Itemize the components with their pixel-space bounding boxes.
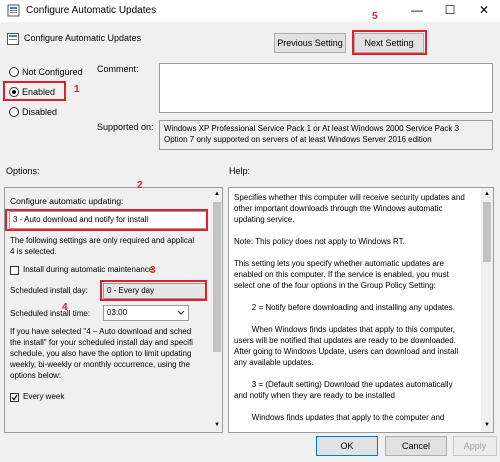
- comment-field[interactable]: [159, 63, 493, 113]
- scroll-down-icon: ▼: [484, 422, 490, 428]
- help-line: This setting lets you specify whether au…: [234, 259, 444, 268]
- checkmark-icon: [11, 394, 18, 401]
- radio-circle: [9, 107, 19, 117]
- window-title: Configure Automatic Updates: [26, 5, 157, 16]
- help-line: users will be notified that updates are …: [234, 336, 456, 345]
- help-line: and notify when they are ready to be ins…: [234, 391, 395, 400]
- maximize-icon: ☐: [444, 3, 456, 17]
- help-line: When Windows finds updates that apply to…: [234, 325, 455, 334]
- options-scrollbar[interactable]: ▲ ▼: [211, 188, 222, 432]
- options-text-line: weekly, bi-weekly or monthly occurrence,…: [10, 360, 190, 369]
- previous-setting-button[interactable]: Previous Setting: [274, 33, 346, 53]
- help-scrollbar[interactable]: ▲ ▼: [481, 188, 493, 432]
- install-day-label: Scheduled install day:: [10, 286, 88, 295]
- options-text-line: options below:: [10, 371, 62, 380]
- scroll-up-icon: ▲: [214, 191, 220, 197]
- help-line: 2 = Notify before downloading and instal…: [234, 303, 455, 312]
- maximize-button[interactable]: ☐: [440, 2, 460, 19]
- supported-label: Supported on:: [97, 122, 154, 132]
- options-label: Options:: [6, 166, 40, 176]
- help-line: Specifies whether this computer will rec…: [234, 193, 465, 202]
- title-bar: Configure Automatic Updates — ☐ ✕: [0, 0, 500, 22]
- minimize-button[interactable]: —: [407, 2, 427, 19]
- supported-line: Windows XP Professional Service Pack 1 o…: [164, 124, 460, 133]
- cancel-button[interactable]: Cancel: [385, 436, 447, 456]
- chevron-down-icon: [177, 310, 185, 315]
- note-line: 4 is selected.: [10, 247, 57, 256]
- help-panel: Specifies whether this computer will rec…: [228, 187, 494, 433]
- annotation-box-install-day: [100, 280, 207, 301]
- scroll-down-icon: ▼: [214, 422, 220, 428]
- annotation-4: 4: [62, 302, 68, 313]
- options-text-line: the install" for your scheduled install …: [10, 338, 193, 347]
- help-line: select one of the four options in the Gr…: [234, 281, 436, 290]
- configure-label: Configure automatic updating:: [10, 196, 124, 206]
- close-icon: ✕: [478, 3, 490, 17]
- options-text-line: schedule, you also have the option to li…: [10, 349, 192, 358]
- install-time-value: 03:00: [107, 308, 128, 317]
- help-label: Help:: [229, 166, 251, 176]
- help-line: Note: This policy does not apply to Wind…: [234, 237, 405, 246]
- policy-name: Configure Automatic Updates: [24, 33, 142, 43]
- annotation-box-dropdown: [5, 209, 208, 231]
- help-line: updating service.: [234, 215, 295, 224]
- help-line: enabled on this computer. If the service…: [234, 270, 449, 279]
- maintenance-label: Install during automatic maintenance: [23, 265, 154, 274]
- maintenance-checkbox[interactable]: [10, 266, 19, 275]
- every-week-label: Every week: [23, 392, 65, 401]
- help-line: any available updates.: [234, 358, 314, 367]
- annotation-box-enabled: [3, 81, 66, 101]
- close-button[interactable]: ✕: [474, 2, 494, 19]
- help-line: Windows finds updates that apply to the …: [234, 413, 445, 422]
- help-line: After going to Windows Update, users can…: [234, 347, 459, 356]
- radio-label: Not Configured: [22, 67, 83, 77]
- annotation-box-next: [352, 30, 427, 55]
- help-line: 3 = (Default setting) Download the updat…: [234, 380, 453, 389]
- annotation-1: 1: [74, 84, 80, 95]
- ok-button[interactable]: OK: [316, 436, 378, 456]
- install-time-dropdown[interactable]: 03:00: [103, 305, 189, 321]
- minimize-icon: —: [411, 3, 423, 17]
- help-line: other important downloads through the Wi…: [234, 204, 443, 213]
- annotation-5: 5: [372, 11, 378, 22]
- apply-button[interactable]: Apply: [453, 436, 497, 456]
- every-week-checkbox[interactable]: [10, 393, 19, 402]
- annotation-3: 3: [150, 265, 156, 276]
- options-text-line: If you have selected "4 – Auto download …: [10, 327, 192, 336]
- install-time-label: Scheduled install time:: [10, 309, 91, 318]
- scroll-up-icon: ▲: [484, 191, 490, 197]
- radio-label: Disabled: [22, 107, 58, 117]
- annotation-2: 2: [137, 180, 143, 191]
- policy-icon: [7, 4, 20, 17]
- supported-field: Windows XP Professional Service Pack 1 o…: [159, 120, 493, 150]
- radio-circle: [9, 67, 19, 77]
- note-line: The following settings are only required…: [10, 236, 195, 245]
- comment-label: Comment:: [97, 64, 139, 74]
- scrollbar-thumb[interactable]: [483, 202, 491, 262]
- scrollbar-thumb[interactable]: [213, 202, 221, 352]
- supported-line: Option 7 only supported on servers of at…: [164, 135, 432, 144]
- setting-icon: [7, 33, 19, 45]
